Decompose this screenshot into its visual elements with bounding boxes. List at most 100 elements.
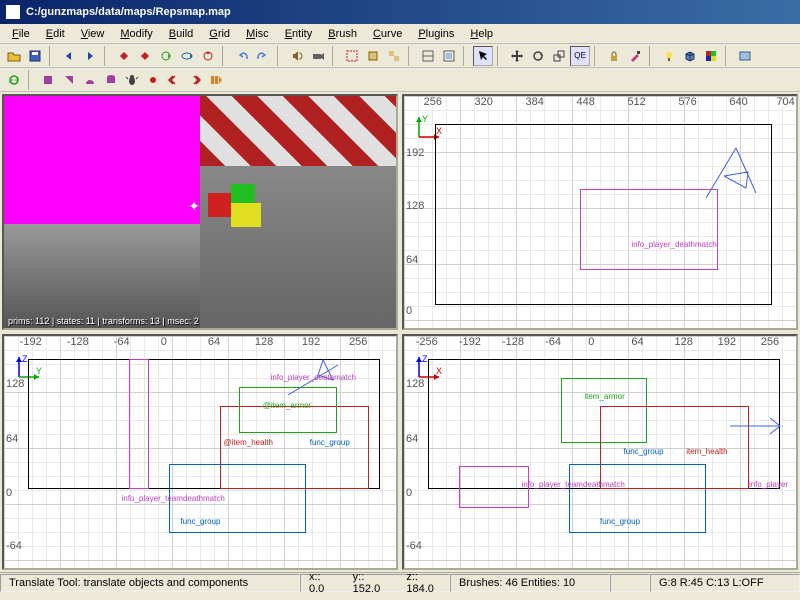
toolbar-separator (332, 46, 338, 66)
viewport-side-xz[interactable]: -256 -192 -128 -64 0 64 128 192 256 128 … (402, 334, 798, 570)
entity-label: func_group (600, 517, 640, 526)
undo-button[interactable] (232, 46, 252, 66)
light-button[interactable] (659, 46, 679, 66)
ruler-x: -256 -192 -128 -64 0 64 128 192 256 (404, 336, 796, 350)
ruler-x: -192 -128 -64 0 64 128 192 256 (4, 336, 396, 350)
status-bar: Translate Tool: translate objects and co… (0, 572, 800, 592)
toolbar-separator (408, 46, 414, 66)
redo-button[interactable] (253, 46, 273, 66)
grid-next-button[interactable] (185, 70, 205, 90)
scale-tool-button[interactable] (549, 46, 569, 66)
toolbar-separator (104, 46, 110, 66)
menu-curve[interactable]: Curve (365, 26, 410, 42)
ruler-x: 256 320 384 448 512 576 640 704 (404, 96, 796, 110)
entity-label: info_player (749, 480, 788, 489)
window-titlebar: C:/gunzmaps/data/maps/Repsmap.map (0, 0, 800, 24)
entity-label: item_armor (584, 392, 624, 401)
cube-button[interactable] (680, 46, 700, 66)
window-title: C:/gunzmaps/data/maps/Repsmap.map (26, 6, 794, 18)
patch-endcap-button[interactable] (80, 70, 100, 90)
menu-plugins[interactable]: Plugins (410, 26, 462, 42)
menu-brush[interactable]: Brush (320, 26, 365, 42)
entity-label: info_player_deathmatch (631, 240, 716, 249)
tex-fit-button[interactable] (439, 46, 459, 66)
menu-grid[interactable]: Grid (201, 26, 238, 42)
workspace: ✦ prims: 112 | states: 11 | transforms: … (0, 92, 800, 572)
toolbar-separator (49, 46, 55, 66)
viewport-front-yz[interactable]: -192 -128 -64 0 64 128 192 256 128 64 0 … (2, 334, 398, 570)
tex-lock-button[interactable] (418, 46, 438, 66)
save-button[interactable] (25, 46, 45, 66)
menu-help[interactable]: Help (462, 26, 501, 42)
entity-label: info_player_deathmatch (271, 373, 356, 382)
entity-label: func_group (624, 447, 664, 456)
app-icon (6, 5, 20, 19)
viewport-top-xy[interactable]: 256 320 384 448 512 576 640 704 192 128 … (402, 94, 798, 330)
persp-scene: ✦ (4, 96, 396, 328)
entity-label: item_health (686, 447, 727, 456)
menu-modify[interactable]: Modify (112, 26, 160, 42)
toolbar-separator (222, 46, 228, 66)
paint-button[interactable] (625, 46, 645, 66)
status-tool: Translate Tool: translate objects and co… (0, 574, 300, 592)
menu-build[interactable]: Build (161, 26, 201, 42)
viewport-3d-perspective[interactable]: ✦ prims: 112 | states: 11 | transforms: … (2, 94, 398, 330)
patch-cylinder-button[interactable] (101, 70, 121, 90)
config-button[interactable] (735, 46, 755, 66)
camera-icon (278, 355, 376, 425)
grid-prev-button[interactable] (164, 70, 184, 90)
region-set-button[interactable] (342, 46, 362, 66)
nav-prev-button[interactable] (59, 46, 79, 66)
lock-button[interactable] (604, 46, 624, 66)
rotate-y-button[interactable] (177, 46, 197, 66)
status-coords: x:: 0.0 y:: 152.0 z:: 184.0 (300, 574, 450, 592)
secondary-toolbar (0, 68, 800, 92)
menu-file[interactable]: File (4, 26, 38, 42)
menu-view[interactable]: View (73, 26, 113, 42)
camera-icon (686, 138, 784, 254)
entity-label: info_player_teamdeathmatch (122, 494, 225, 503)
entity-label: info_player_teamdeathmatch (522, 480, 625, 489)
camera-button[interactable] (308, 46, 328, 66)
rotate-x-button[interactable] (156, 46, 176, 66)
entity-label: @item_health (224, 438, 273, 447)
patch-bevel-button[interactable] (59, 70, 79, 90)
color-button[interactable] (701, 46, 721, 66)
open-button[interactable] (4, 46, 24, 66)
patch-cap-button[interactable] (38, 70, 58, 90)
status-brush-count: Brushes: 46 Entities: 10 (450, 574, 610, 592)
persp-stats: prims: 112 | states: 11 | transforms: 13… (8, 316, 199, 326)
region-xy-button[interactable] (384, 46, 404, 66)
menu-bar: File Edit View Modify Build Grid Misc En… (0, 24, 800, 44)
menu-edit[interactable]: Edit (38, 26, 73, 42)
toolbar-separator (277, 46, 283, 66)
rotate-z-button[interactable] (198, 46, 218, 66)
refresh-button[interactable] (4, 70, 24, 90)
entity-label: func_group (310, 438, 350, 447)
status-grid-info: G:8 R:45 C:13 L:OFF (650, 574, 800, 592)
entity-label: @item_armor (263, 401, 312, 410)
qe-mode-button[interactable]: QE (570, 46, 590, 66)
main-toolbar: QE (0, 44, 800, 68)
menu-entity[interactable]: Entity (277, 26, 321, 42)
toolbar-separator (497, 46, 503, 66)
region-off-button[interactable] (363, 46, 383, 66)
rotate-tool-button[interactable] (528, 46, 548, 66)
nav-next-button[interactable] (80, 46, 100, 66)
menu-misc[interactable]: Misc (238, 26, 277, 42)
bug-icon[interactable] (122, 70, 142, 90)
entity-label: func_group (180, 517, 220, 526)
camera-icon (725, 406, 796, 452)
svg-text:Y: Y (422, 114, 428, 124)
play-button[interactable] (206, 70, 226, 90)
select-tool-button[interactable] (473, 46, 493, 66)
dot-button[interactable] (143, 70, 163, 90)
toolbar-separator (725, 46, 731, 66)
toolbar-separator (463, 46, 469, 66)
flip-x-button[interactable] (114, 46, 134, 66)
move-tool-button[interactable] (507, 46, 527, 66)
toolbar-separator (649, 46, 655, 66)
flip-y-button[interactable] (135, 46, 155, 66)
toolbar-separator (594, 46, 600, 66)
sound-button[interactable] (287, 46, 307, 66)
